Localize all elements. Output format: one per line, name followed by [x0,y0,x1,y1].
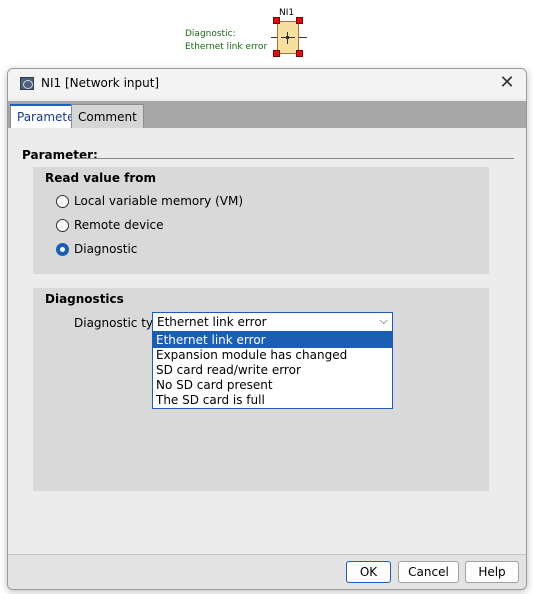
close-icon[interactable]: ✕ [496,73,518,95]
resize-handle-top-right[interactable] [296,17,303,24]
cancel-button[interactable]: Cancel [398,561,459,583]
radio-label: Remote device [74,218,164,232]
dropdown-option[interactable]: The SD card is full [153,393,392,408]
tab-comment[interactable]: Comment [71,104,144,128]
network-input-dialog: NI1 [Network input] ✕ Parameter Comment … [7,68,527,590]
diagnostics-group-title: Diagnostics [45,292,124,306]
help-button[interactable]: Help [465,561,519,583]
dialog-footer: OK Cancel Help [8,554,526,589]
diagnostic-type-value: Ethernet link error [157,315,267,329]
diagnostic-type-select[interactable]: Ethernet link error ⌵ [152,312,393,332]
dropdown-option[interactable]: Ethernet link error [153,333,392,348]
resize-handle-bottom-right[interactable] [296,50,303,57]
read-value-group-title: Read value from [45,171,157,185]
parameter-divider [76,158,514,159]
block-name: NI1 [279,8,295,18]
diagnostics-group: Diagnostics Diagnostic type: Ethernet li… [33,288,489,491]
tab-strip: Parameter Comment [8,101,526,128]
dropdown-option[interactable]: SD card read/write error [153,363,392,378]
radio-button-selected[interactable] [56,243,69,256]
radio-label: Diagnostic [74,242,138,256]
diagnostic-type-dropdown-list: Ethernet link error Expansion module has… [152,332,393,409]
dropdown-option[interactable]: Expansion module has changed [153,348,392,363]
resize-handle-top-left[interactable] [273,17,280,24]
block-output-pin [299,37,307,38]
chevron-down-icon[interactable]: ⌵ [380,314,388,328]
dialog-titlebar[interactable]: NI1 [Network input] ✕ [8,69,526,99]
resize-handle-bottom-left[interactable] [273,50,280,57]
read-value-group: Read value from Local variable memory (V… [33,167,489,274]
parameter-heading: Parameter: [22,148,98,162]
dialog-title: NI1 [Network input] [41,76,160,90]
dropdown-option[interactable]: No SD card present [153,378,392,393]
radio-button[interactable] [56,195,69,208]
network-input-icon [20,77,34,90]
radio-button[interactable] [56,219,69,232]
block-label-line1: Diagnostic: [185,29,236,39]
ok-button[interactable]: OK [346,561,391,583]
radio-label: Local variable memory (VM) [74,194,244,208]
block-label-line2: Ethernet link error [185,42,268,52]
